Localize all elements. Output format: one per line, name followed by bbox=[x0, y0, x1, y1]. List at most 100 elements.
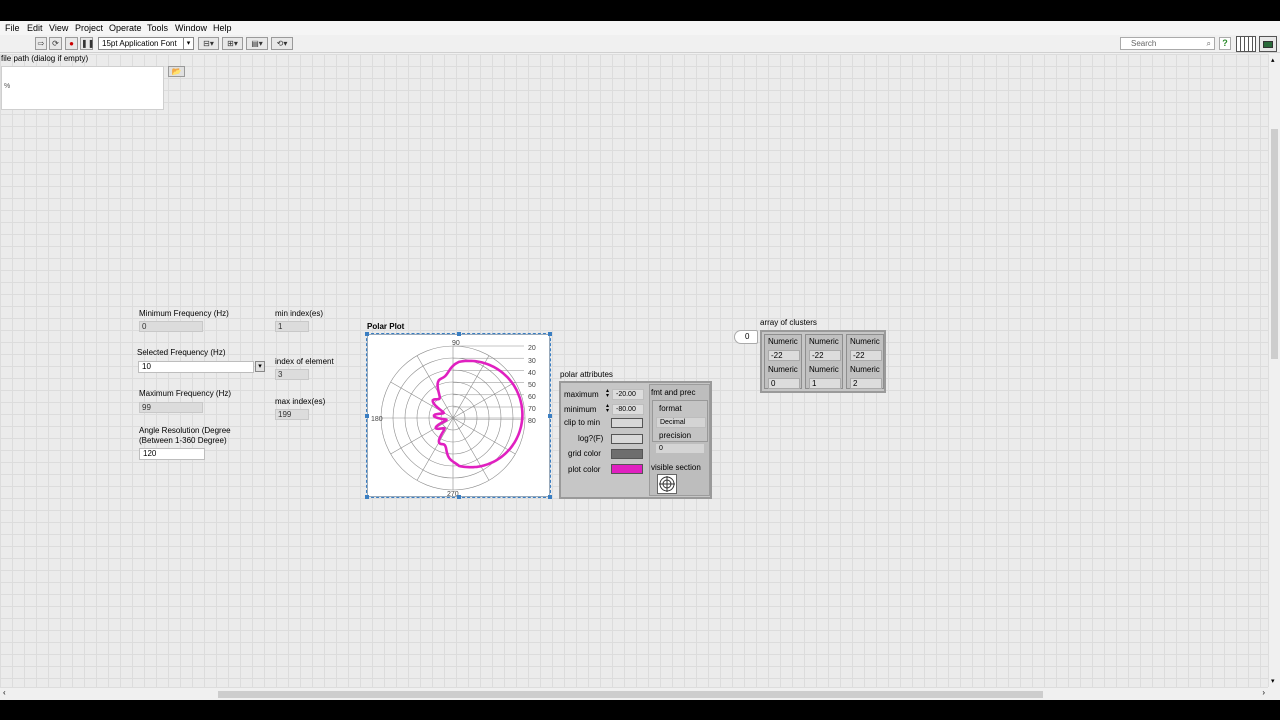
run-arrow-icon[interactable]: ⇨ bbox=[35, 37, 47, 50]
menu-file[interactable]: File bbox=[5, 23, 20, 33]
grid-color-box[interactable] bbox=[611, 449, 643, 459]
polar-grid-spoke bbox=[452, 355, 490, 419]
polar-grid-spoke bbox=[390, 417, 454, 455]
angle-resolution-label-2: (Between 1-360 Degree) bbox=[139, 436, 227, 445]
reorder-icon[interactable]: ⟲▾ bbox=[271, 37, 293, 50]
menu-operate[interactable]: Operate bbox=[109, 23, 142, 33]
angle-label-180: 180 bbox=[371, 416, 383, 423]
file-path-label: file path (dialog if empty) bbox=[1, 54, 89, 63]
polar-plot-graphic: 90 180 270 20 30 40 50 60 70 80 bbox=[371, 340, 536, 498]
font-selector[interactable]: 15pt Application Font ▾ bbox=[98, 37, 194, 50]
cluster-element: Numeric -22 Numeric 1 bbox=[805, 334, 843, 389]
scroll-left-icon[interactable]: ‹ bbox=[3, 688, 6, 697]
format-ring[interactable]: Decimal bbox=[656, 417, 706, 428]
numeric-label: Numeric bbox=[850, 337, 880, 346]
horizontal-scrollbar[interactable]: ‹ › bbox=[0, 687, 1268, 699]
max-frequency-indicator: 99 bbox=[139, 402, 203, 413]
array-index-control[interactable]: 0 bbox=[734, 330, 758, 344]
polar-grid-spoke bbox=[416, 355, 454, 419]
precision-input[interactable]: 0 bbox=[655, 443, 705, 454]
resize-objects-icon[interactable]: ▤▾ bbox=[246, 37, 268, 50]
vi-icon[interactable] bbox=[1259, 36, 1277, 52]
polar-attributes-cluster: maximum ▴ ▾ -20.00 minimum ▴ ▾ -80.00 clip… bbox=[559, 381, 712, 499]
array-index-value: 0 bbox=[745, 332, 750, 341]
front-panel-canvas: file path (dialog if empty) % 📂 Minimum … bbox=[0, 54, 1268, 687]
max-index-indicator: 199 bbox=[275, 409, 309, 420]
numeric-value: -22 bbox=[809, 350, 841, 361]
polar-plot-title: Polar Plot bbox=[367, 322, 405, 331]
search-placeholder: Search bbox=[1131, 39, 1157, 48]
resize-handle-b[interactable] bbox=[457, 495, 461, 499]
resize-handle-tl[interactable] bbox=[365, 332, 369, 336]
visible-section-selector[interactable] bbox=[657, 474, 677, 494]
frequency-browse-icon[interactable]: ▾ bbox=[255, 361, 265, 372]
numeric-label: Numeric bbox=[768, 337, 798, 346]
numeric-value: 0 bbox=[768, 378, 800, 389]
numeric-label: Numeric bbox=[850, 365, 880, 374]
index-of-element-indicator: 3 bbox=[275, 369, 309, 380]
minimum-input[interactable]: -80.00 bbox=[612, 404, 644, 415]
numeric-label: Numeric bbox=[809, 365, 839, 374]
numeric-value: -22 bbox=[768, 350, 800, 361]
menu-help[interactable]: Help bbox=[213, 23, 232, 33]
grid-color-label: grid color bbox=[568, 449, 601, 458]
search-input[interactable]: Search ⌕ bbox=[1120, 37, 1215, 50]
scroll-down-icon[interactable]: ▾ bbox=[1271, 677, 1275, 685]
menu-tools[interactable]: Tools bbox=[147, 23, 168, 33]
distribute-objects-icon[interactable]: ⊞▾ bbox=[222, 37, 243, 50]
menu-view[interactable]: View bbox=[49, 23, 68, 33]
search-icon: ⌕ bbox=[1206, 39, 1211, 48]
maximum-input[interactable]: -20.00 bbox=[612, 389, 644, 400]
fmt-and-prec-cluster: fmt and prec format Decimal precision 0 … bbox=[649, 384, 710, 496]
max-index-label: max index(es) bbox=[275, 397, 326, 406]
menu-project[interactable]: Project bbox=[75, 23, 103, 33]
scroll-up-icon[interactable]: ▴ bbox=[1271, 56, 1275, 64]
resize-handle-l[interactable] bbox=[365, 414, 369, 418]
format-label: format bbox=[659, 404, 682, 413]
connector-pane-icon[interactable] bbox=[1236, 36, 1256, 52]
precision-label: precision bbox=[659, 431, 692, 440]
resize-handle-br[interactable] bbox=[548, 495, 552, 499]
menu-bar: File Edit View Project Operate Tools Win… bbox=[0, 21, 1280, 35]
ring-label-60: 60 bbox=[528, 394, 536, 401]
scroll-right-icon[interactable]: › bbox=[1262, 688, 1265, 697]
path-cursor-icon: % bbox=[4, 83, 11, 90]
menu-window[interactable]: Window bbox=[175, 23, 207, 33]
polar-plot[interactable]: 90 180 270 20 30 40 50 60 70 80 bbox=[366, 333, 551, 498]
max-frequency-label: Maximum Frequency (Hz) bbox=[139, 389, 232, 398]
log-toggle[interactable] bbox=[611, 434, 643, 444]
abort-icon[interactable]: ● bbox=[65, 37, 78, 50]
min-index-label: min index(es) bbox=[275, 309, 324, 318]
file-path-input[interactable]: % bbox=[1, 66, 164, 110]
clip-to-min-toggle[interactable] bbox=[611, 418, 643, 428]
run-continuously-icon[interactable]: ⟳ bbox=[49, 37, 62, 50]
polar-grid-spoke bbox=[452, 417, 490, 481]
numeric-label: Numeric bbox=[768, 365, 798, 374]
numeric-value: -22 bbox=[850, 350, 882, 361]
min-index-indicator: 1 bbox=[275, 321, 309, 332]
vertical-scrollbar[interactable]: ▴ ▾ bbox=[1268, 54, 1280, 687]
angle-resolution-input[interactable]: 120 bbox=[139, 448, 205, 460]
labview-front-panel-window: File Edit View Project Operate Tools Win… bbox=[0, 21, 1280, 700]
ring-label-20: 20 bbox=[528, 345, 536, 352]
min-frequency-indicator: 0 bbox=[139, 321, 203, 332]
cluster-element: Numeric -22 Numeric 0 bbox=[764, 334, 802, 389]
horizontal-scroll-thumb[interactable] bbox=[218, 691, 1043, 698]
align-objects-icon[interactable]: ⊟▾ bbox=[198, 37, 219, 50]
chevron-down-icon: ▾ bbox=[183, 38, 193, 49]
selected-frequency-input[interactable]: 10 bbox=[138, 361, 254, 373]
angle-resolution-label-1: Angle Resolution (Degree bbox=[139, 426, 231, 435]
resize-handle-tr[interactable] bbox=[548, 332, 552, 336]
resize-handle-t[interactable] bbox=[457, 332, 461, 336]
toolbar: ⇨ ⟳ ● ❚❚ 15pt Application Font ▾ ⊟▾ ⊞▾ ▤… bbox=[0, 35, 1280, 53]
resize-handle-r[interactable] bbox=[548, 414, 552, 418]
vertical-scroll-thumb[interactable] bbox=[1271, 129, 1278, 359]
fmt-and-prec-label: fmt and prec bbox=[651, 388, 696, 397]
menu-edit[interactable]: Edit bbox=[27, 23, 43, 33]
pause-icon[interactable]: ❚❚ bbox=[80, 37, 94, 50]
resize-handle-bl[interactable] bbox=[365, 495, 369, 499]
cluster-element: Numeric -22 Numeric 2 bbox=[846, 334, 884, 389]
browse-folder-icon[interactable]: 📂 bbox=[168, 66, 185, 77]
context-help-button[interactable]: ? bbox=[1219, 37, 1231, 50]
plot-color-box[interactable] bbox=[611, 464, 643, 474]
